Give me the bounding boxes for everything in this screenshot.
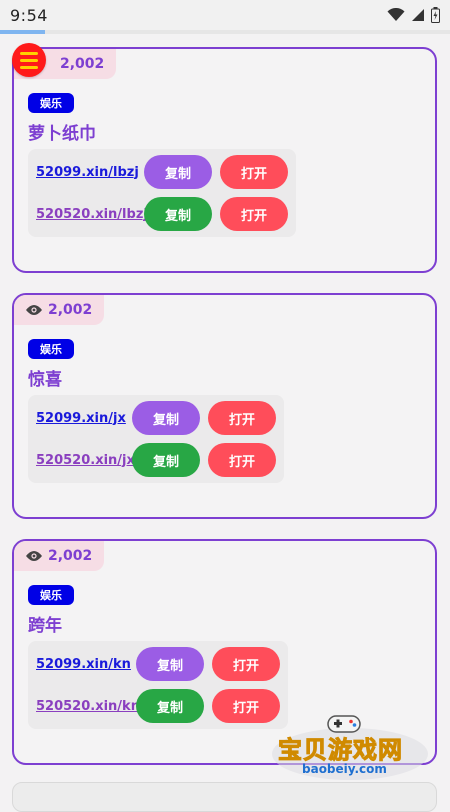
- battery-icon: [431, 7, 440, 23]
- status-icons: [387, 7, 440, 23]
- open-button[interactable]: 打开: [212, 647, 280, 681]
- views-count: 2,002: [48, 302, 93, 318]
- loading-progress-fill: [0, 30, 45, 34]
- views-count: 2,002: [48, 548, 93, 564]
- secondary-link[interactable]: 520520.xin/lbzj: [36, 207, 148, 222]
- links-panel: 52099.xin/jx 复制 打开 520520.xin/jx 复制 打开: [28, 395, 284, 483]
- link-row: 520520.xin/kn 复制 打开: [36, 689, 280, 723]
- link-row: 52099.xin/lbzj 复制 打开: [36, 155, 288, 189]
- next-card-partial: [12, 782, 437, 812]
- primary-link[interactable]: 52099.xin/lbzj: [36, 165, 139, 180]
- status-bar: 9:54: [0, 0, 450, 30]
- copy-button[interactable]: 复制: [144, 155, 212, 189]
- open-button[interactable]: 打开: [220, 155, 288, 189]
- card-title: 惊喜: [28, 370, 62, 390]
- secondary-link[interactable]: 520520.xin/jx: [36, 453, 135, 468]
- status-time: 9:54: [10, 5, 48, 25]
- link-card: 2,002 娱乐 萝卜纸巾 52099.xin/lbzj 复制 打开 52052…: [12, 47, 437, 273]
- loading-progress: [0, 30, 450, 34]
- copy-button[interactable]: 复制: [136, 647, 204, 681]
- views-badge: 2,002: [14, 541, 105, 571]
- eye-icon: [26, 551, 42, 561]
- copy-button[interactable]: 复制: [144, 197, 212, 231]
- watermark-title: 宝贝游戏网: [278, 736, 403, 765]
- category-tag: 娱乐: [28, 93, 74, 113]
- links-panel: 52099.xin/kn 复制 打开 520520.xin/kn 复制 打开: [28, 641, 288, 729]
- link-card: 2,002 娱乐 惊喜 52099.xin/jx 复制 打开 520520.xi…: [12, 293, 437, 519]
- link-row: 520520.xin/lbzj 复制 打开: [36, 197, 288, 231]
- copy-button[interactable]: 复制: [136, 689, 204, 723]
- link-row: 52099.xin/jx 复制 打开: [36, 401, 276, 435]
- views-count: 2,002: [60, 56, 105, 72]
- copy-button[interactable]: 复制: [132, 401, 200, 435]
- link-row: 52099.xin/kn 复制 打开: [36, 647, 280, 681]
- card-title: 萝卜纸巾: [28, 124, 96, 144]
- category-tag: 娱乐: [28, 585, 74, 605]
- links-panel: 52099.xin/lbzj 复制 打开 520520.xin/lbzj 复制 …: [28, 149, 296, 237]
- open-button[interactable]: 打开: [208, 443, 276, 477]
- secondary-link[interactable]: 520520.xin/kn: [36, 699, 140, 714]
- primary-link[interactable]: 52099.xin/kn: [36, 657, 131, 672]
- category-tag: 娱乐: [28, 339, 74, 359]
- views-badge: 2,002: [14, 295, 105, 325]
- primary-link[interactable]: 52099.xin/jx: [36, 411, 126, 426]
- open-button[interactable]: 打开: [212, 689, 280, 723]
- site-watermark: 宝贝游戏网 baobeiy.com: [272, 712, 432, 782]
- wifi-icon: [387, 8, 405, 21]
- card-title: 跨年: [28, 616, 62, 636]
- copy-button[interactable]: 复制: [132, 443, 200, 477]
- signal-icon: [412, 9, 424, 21]
- open-button[interactable]: 打开: [220, 197, 288, 231]
- watermark-site: baobeiy.com: [302, 762, 387, 776]
- eye-icon: [26, 305, 42, 315]
- hamburger-menu-icon[interactable]: [12, 43, 46, 77]
- link-row: 520520.xin/jx 复制 打开: [36, 443, 276, 477]
- open-button[interactable]: 打开: [208, 401, 276, 435]
